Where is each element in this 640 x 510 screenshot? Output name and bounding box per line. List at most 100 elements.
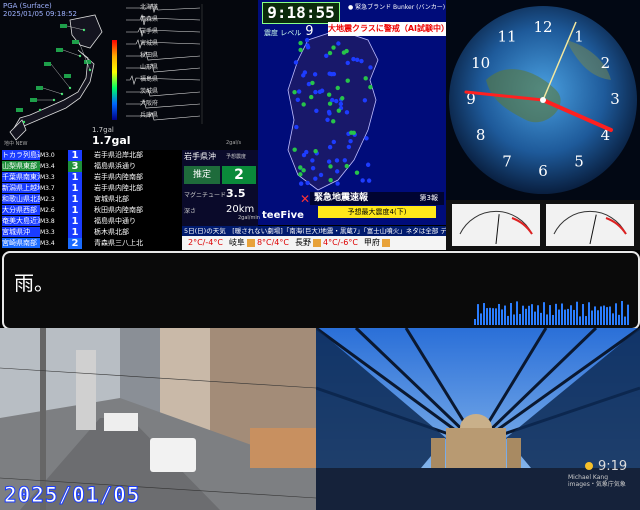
wave-station-label: 宮城県 — [140, 40, 159, 47]
quake-area: 福島県中通り — [94, 217, 136, 225]
spectrum-bar — [609, 306, 611, 325]
station-dot — [326, 92, 332, 97]
quake-intensity: 1 — [68, 194, 82, 205]
station-dot — [366, 178, 372, 183]
spectrum-bar — [483, 303, 485, 325]
quake-list-row: 和歌山県北部 M2.3 1 宮城県北部 — [0, 194, 182, 205]
station-dot — [355, 57, 360, 63]
station-dot — [327, 50, 333, 56]
spectrum-bar — [561, 303, 563, 325]
subtitle-text: 雨。 — [14, 271, 54, 295]
spectrum-bar — [519, 313, 521, 325]
station-dot — [318, 172, 324, 178]
spectrum-bar — [525, 308, 527, 325]
quake-intensity: 1 — [68, 227, 82, 238]
wave-station-label: 秋田県 — [140, 52, 159, 59]
gal-rate: 2gal/min — [238, 215, 260, 221]
station-dot — [335, 181, 340, 186]
station-dot — [301, 102, 306, 107]
spectrum-bar — [507, 315, 509, 325]
spectrum-bar — [555, 303, 557, 325]
spectrum-bar — [516, 301, 518, 325]
quake-location: 宮崎県南部 — [2, 238, 40, 248]
station-dot — [298, 165, 303, 170]
station-dot — [336, 41, 341, 46]
credit-line-2: images・気象庁気象 — [568, 481, 626, 488]
quake-magnitude: M3.4 — [40, 240, 55, 247]
station-dot — [362, 98, 368, 103]
intensity-value: 2 — [222, 166, 256, 184]
spectrum-bar — [567, 308, 569, 325]
spectrum-bar — [606, 307, 608, 325]
map-footer-left: 地中 NEW — [4, 141, 28, 147]
quake-list-row: 宮崎県南部 M3.4 2 青森県三八上北 — [0, 238, 182, 249]
quake-magnitude: M3.8 — [40, 218, 55, 225]
eew-number: 第3報 — [419, 194, 438, 202]
quake-location: 山梨県東部・富士五湖 — [2, 161, 40, 171]
station-dot — [310, 165, 316, 171]
magnitude-label: マグニチュード — [184, 192, 227, 199]
station-dot — [298, 172, 303, 177]
quake-intensity: 2 — [68, 238, 82, 249]
spectrum-bar — [534, 311, 536, 325]
quake-intensity: 1 — [68, 216, 82, 227]
weather-icon — [312, 238, 321, 247]
quake-area: 秋田県内陸南部 — [94, 206, 143, 214]
quake-area: 栃木県北部 — [94, 228, 129, 236]
station-dot — [314, 108, 319, 114]
weather-city: 2°C/-4°C — [182, 238, 223, 247]
clock-numeral: 6 — [538, 162, 548, 180]
station-dot — [338, 101, 344, 107]
vu-meter-left — [452, 204, 540, 246]
quake-magnitude: M2.6 — [40, 207, 55, 214]
station-dot — [293, 60, 299, 65]
spectrum-bar — [591, 310, 593, 325]
clock-numeral: 10 — [471, 54, 490, 72]
wave-station-label: 山形県 — [140, 64, 159, 71]
quake-intensity: 1 — [68, 172, 82, 183]
station-dot — [313, 89, 318, 95]
station-dot — [298, 40, 303, 46]
city-name: 甲府 — [363, 238, 380, 247]
quake-area: 岩手県沿岸北部 — [94, 151, 143, 159]
clock-numeral: 1 — [574, 28, 584, 46]
spectrum-bar — [618, 314, 620, 325]
station-dot — [328, 164, 333, 169]
street-camera-feed: 2025/01/05 — [0, 328, 316, 510]
station-dot — [344, 110, 350, 115]
station-dot — [325, 117, 330, 122]
station-dot — [327, 144, 333, 150]
station-dot — [317, 89, 323, 95]
quake-magnitude: M3.0 — [40, 152, 55, 159]
city-temperature: 8°C/4°C — [256, 238, 289, 247]
quake-magnitude: M3.3 — [40, 174, 55, 181]
wave-station-label: 青森県 — [140, 16, 159, 23]
prefecture-name: 岩手県沖 — [184, 152, 216, 161]
station-dot — [298, 47, 303, 53]
station-dot — [310, 80, 315, 86]
clock-numeral: 7 — [502, 152, 512, 170]
spectrum-bar — [597, 310, 599, 325]
spectrum-bar — [621, 301, 623, 325]
station-dot — [305, 180, 310, 186]
quake-location: 大分県西部 — [2, 205, 40, 215]
quake-intensity: 1 — [68, 205, 82, 216]
depth-label: 深さ — [184, 208, 197, 215]
station-dot — [360, 178, 365, 183]
spectrum-bar — [573, 309, 575, 325]
quake-intensity: 1 — [68, 150, 82, 161]
station-dot — [292, 147, 297, 152]
analog-clock-panel: 1 2 3 4 5 6 7 8 9 10 11 12 — [446, 0, 640, 200]
station-dot — [295, 97, 301, 102]
quake-list-row: 新潟県上越地方M3.7 1 岩手県内陸北部 — [0, 183, 182, 194]
spectrum-bar — [603, 305, 605, 325]
japan-map-graphic — [9, 3, 203, 141]
city-name: 長野 — [294, 238, 311, 247]
vu-meter-right — [546, 204, 634, 246]
station-dot — [327, 101, 333, 106]
eew-title: 緊急地震速報 — [314, 193, 369, 203]
station-dot — [292, 89, 297, 95]
weather-city-list: 2°C/-4°C 岐阜 8°C/4°C 長野 4°C/-6°C 甲府 — [182, 236, 446, 250]
spectrum-bar — [486, 308, 488, 325]
station-dot — [348, 138, 353, 144]
